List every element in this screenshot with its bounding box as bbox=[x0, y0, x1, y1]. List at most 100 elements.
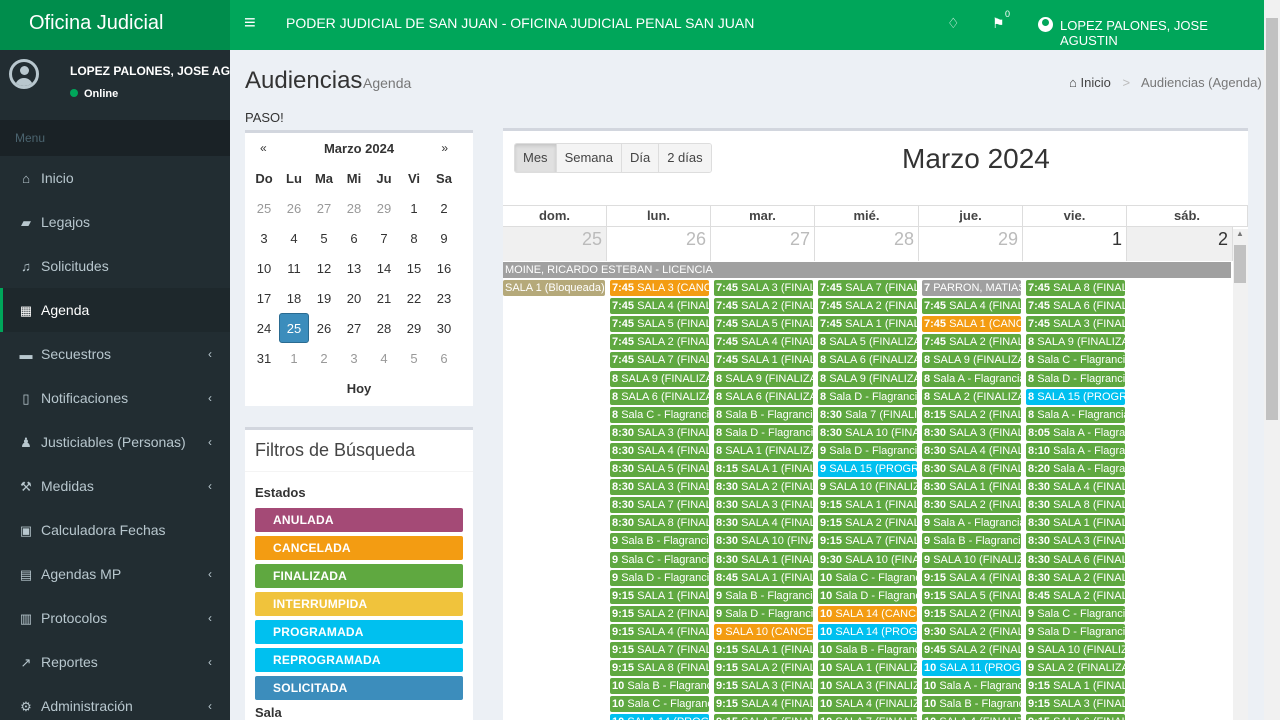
calendar-event[interactable]: 8:30 SALA 4 (FINALIZADA) bbox=[610, 442, 709, 459]
calendar-event[interactable]: 9:15 SALA 1 (FINALIZADA) bbox=[610, 587, 709, 604]
calendar-event[interactable]: 10 SALA 7 (FINALIZADA) bbox=[818, 714, 917, 720]
calendar-event[interactable]: 7:45 SALA 3 (FINALIZADA) bbox=[714, 280, 813, 296]
calendar-event[interactable]: 9 SALA 10 (FINALIZADA) bbox=[922, 551, 1021, 568]
mini-calendar-day[interactable]: 3 bbox=[249, 223, 279, 253]
mini-calendar-day[interactable]: 8 bbox=[399, 223, 429, 253]
calendar-date-number[interactable]: 28 bbox=[815, 227, 919, 261]
mini-calendar-day[interactable]: 11 bbox=[279, 253, 309, 283]
calendar-event[interactable]: 8 Sala D - Flagrancia bbox=[714, 424, 813, 441]
sidebar-item-inicio[interactable]: ⌂ Inicio bbox=[0, 156, 230, 200]
calendar-event[interactable]: 9 Sala D - Flagrancia bbox=[1026, 623, 1125, 640]
calendar-event[interactable]: 10 Sala B - Flagrancia bbox=[610, 678, 709, 695]
calendar-event[interactable]: 8 SALA 6 (FINALIZADA) bbox=[818, 352, 917, 369]
page-scroll-thumb[interactable] bbox=[1266, 18, 1278, 420]
calendar-event[interactable]: 9 Sala B - Flagrancia bbox=[714, 587, 813, 604]
sidebar-item-solicitudes[interactable]: ♫ Solicitudes bbox=[0, 244, 230, 288]
calendar-event[interactable]: 8 Sala A - Flagrancia bbox=[1026, 406, 1125, 423]
status-filter-programada[interactable]: PROGRAMADA bbox=[255, 620, 463, 644]
calendar-event[interactable]: 8:30 SALA 7 (FINALIZADA) bbox=[610, 497, 709, 514]
sidebar-item-legajos[interactable]: ▰ Legajos bbox=[0, 200, 230, 244]
calendar-event[interactable]: 8:10 Sala A - Flagrancia bbox=[1026, 442, 1125, 459]
calendar-event[interactable]: 7:45 SALA 2 (FINALIZADA) bbox=[818, 298, 917, 315]
calendar-event[interactable]: 8:30 SALA 6 (FINALIZADA) bbox=[1026, 551, 1125, 568]
sidebar-item-protocolos[interactable]: ▥ Protocolos ‹ bbox=[0, 596, 230, 640]
calendar-event[interactable]: 8:15 SALA 1 (FINALIZADA) bbox=[714, 461, 813, 477]
mini-calendar-day[interactable]: 6 bbox=[429, 343, 459, 373]
calendar-event[interactable]: 8:30 SALA 5 (FINALIZADA) bbox=[610, 461, 709, 477]
calendar-event[interactable]: 10 Sala C - Flagrancia bbox=[818, 569, 917, 586]
calendar-scrollbar[interactable]: ▲ bbox=[1233, 229, 1248, 720]
calendar-event[interactable]: 8:30 SALA 2 (FINALIZADA) bbox=[922, 497, 1021, 514]
sidebar-item-secuestros[interactable]: ▬ Secuestros ‹ bbox=[0, 332, 230, 376]
calendar-event[interactable]: 9 SALA 10 (FINALIZADA) bbox=[1026, 642, 1125, 658]
status-filter-reprogramada[interactable]: REPROGRAMADA bbox=[255, 648, 463, 672]
sidebar-item-reportes[interactable]: ↗ Reportes ‹ bbox=[0, 640, 230, 684]
calendar-event[interactable]: 9:15 SALA 7 (FINALIZADA) bbox=[610, 642, 709, 658]
mini-calendar-day[interactable]: 29 bbox=[369, 193, 399, 223]
mini-calendar-day[interactable]: 14 bbox=[369, 253, 399, 283]
calendar-event[interactable]: 8 Sala C - Flagrancia bbox=[1026, 352, 1125, 369]
calendar-event[interactable]: 8 SALA 5 (FINALIZADA) bbox=[818, 334, 917, 351]
calendar-event[interactable]: 8:30 SALA 1 (FINALIZADA) bbox=[1026, 515, 1125, 532]
calendar-date-number[interactable]: 1 bbox=[1023, 227, 1127, 261]
calendar-event[interactable]: 7:45 SALA 7 (FINALIZADA) bbox=[610, 352, 709, 369]
calendar-event[interactable]: 8:45 SALA 2 (FINALIZADA) bbox=[1026, 587, 1125, 604]
mini-calendar-day[interactable]: 2 bbox=[429, 193, 459, 223]
mini-calendar-day[interactable]: 5 bbox=[399, 343, 429, 373]
calendar-event[interactable]: 8 SALA 9 (FINALIZADA) bbox=[714, 370, 813, 387]
calendar-event[interactable]: 10 Sala B - Flagrancia bbox=[922, 696, 1021, 713]
calendar-event[interactable]: 8:15 SALA 2 (FINALIZADA) bbox=[922, 406, 1021, 423]
calendar-event[interactable]: 8:30 SALA 4 (FINALIZADA) bbox=[922, 442, 1021, 459]
calendar-event[interactable]: 8 SALA 6 (FINALIZADA) bbox=[610, 388, 709, 405]
calendar-event[interactable]: 7:45 SALA 3 (FINALIZADA) bbox=[1026, 316, 1125, 333]
calendar-event[interactable]: 7:45 SALA 5 (FINALIZADA) bbox=[610, 316, 709, 333]
calendar-event[interactable]: 8:30 SALA 10 (FINALIZADA) bbox=[818, 424, 917, 441]
mini-calendar-day[interactable]: 3 bbox=[339, 343, 369, 373]
calendar-event[interactable]: 9 SALA 10 (FINALIZADA) bbox=[818, 479, 917, 496]
calendar-event[interactable]: 9:15 SALA 4 (FINALIZADA) bbox=[714, 696, 813, 713]
calendar-event[interactable]: 8:30 SALA 3 (FINALIZADA) bbox=[610, 424, 709, 441]
calendar-event[interactable]: 9:15 SALA 3 (FINALIZADA) bbox=[714, 678, 813, 695]
calendar-event[interactable]: 8 SALA 15 (PROGRAMADA) bbox=[1026, 388, 1125, 405]
calendar-event[interactable]: 7:45 SALA 6 (FINALIZADA) bbox=[1026, 298, 1125, 315]
sidebar-item-agendas-mp[interactable]: ▤ Agendas MP ‹ bbox=[0, 552, 230, 596]
mini-calendar-day[interactable]: 15 bbox=[399, 253, 429, 283]
calendar-event[interactable]: 9:30 SALA 10 (FINALIZADA) bbox=[818, 551, 917, 568]
calendar-event[interactable]: 8:30 SALA 8 (FINALIZADA) bbox=[922, 461, 1021, 477]
calendar-event[interactable]: 8 SALA 9 (FINALIZADA) bbox=[610, 370, 709, 387]
scroll-up-arrow-icon[interactable]: ▲ bbox=[1236, 229, 1244, 238]
status-filter-cancelada[interactable]: CANCELADA bbox=[255, 536, 463, 560]
licencia-event[interactable]: MOINE, RICARDO ESTEBAN - LICENCIA bbox=[503, 262, 1231, 278]
mini-calendar-day[interactable]: 27 bbox=[309, 193, 339, 223]
calendar-date-number[interactable]: 25 bbox=[503, 227, 607, 261]
calendar-event[interactable]: 9 Sala A - Flagrancia bbox=[922, 515, 1021, 532]
mini-calendar-day[interactable]: 7 bbox=[369, 223, 399, 253]
view-button-3[interactable]: Día bbox=[621, 144, 660, 172]
calendar-event[interactable]: 10 Sala D - Flagrancia bbox=[818, 587, 917, 604]
calendar-event[interactable]: 9 SALA 2 (FINALIZADA) bbox=[1026, 660, 1125, 677]
calendar-event[interactable]: 7:45 SALA 5 (FINALIZADA) bbox=[714, 316, 813, 333]
calendar-event[interactable]: 8:30 SALA 3 (FINALIZADA) bbox=[1026, 533, 1125, 550]
calendar-event[interactable]: 9:15 SALA 1 (FINALIZADA) bbox=[714, 642, 813, 658]
calendar-event[interactable]: SALA 1 (Bloqueada) bbox=[503, 280, 605, 296]
calendar-event[interactable]: 8:30 Sala 7 (FINALIZADA) bbox=[818, 406, 917, 423]
calendar-date-number[interactable]: 2 bbox=[1127, 227, 1233, 261]
calendar-event[interactable]: 8:30 SALA 3 (FINALIZADA) bbox=[922, 424, 1021, 441]
calendar-event[interactable]: 10 SALA 14 (PROGRAMADA) bbox=[610, 714, 709, 720]
status-filter-solicitada[interactable]: SOLICITADA bbox=[255, 676, 463, 700]
calendar-event[interactable]: 8 Sala B - Flagrancia bbox=[714, 406, 813, 423]
calendar-event[interactable]: 10 SALA 3 (FINALIZADA) bbox=[818, 678, 917, 695]
calendar-event[interactable]: 8 SALA 9 (FINALIZADA) bbox=[1026, 334, 1125, 351]
status-filter-finalizada[interactable]: FINALIZADA bbox=[255, 564, 463, 588]
mini-calendar-day[interactable]: 6 bbox=[339, 223, 369, 253]
calendar-event[interactable]: 8:30 SALA 10 (FINALIZADA) bbox=[714, 533, 813, 550]
mini-calendar-day[interactable]: 23 bbox=[429, 283, 459, 313]
calendar-event[interactable]: 8:45 SALA 1 (FINALIZADA) bbox=[714, 569, 813, 586]
menu-toggle-icon[interactable]: ≡ bbox=[244, 12, 256, 35]
mini-calendar-day[interactable]: 20 bbox=[339, 283, 369, 313]
calendar-event[interactable]: 7:45 SALA 4 (FINALIZADA) bbox=[610, 298, 709, 315]
calendar-event[interactable]: 8 SALA 1 (FINALIZADA) bbox=[714, 442, 813, 459]
mini-calendar-day[interactable]: 4 bbox=[279, 223, 309, 253]
calendar-event[interactable]: 9:15 SALA 4 (FINALIZADA) bbox=[922, 569, 1021, 586]
calendar-event[interactable]: 7:45 SALA 1 (FINALIZADA) bbox=[818, 316, 917, 333]
